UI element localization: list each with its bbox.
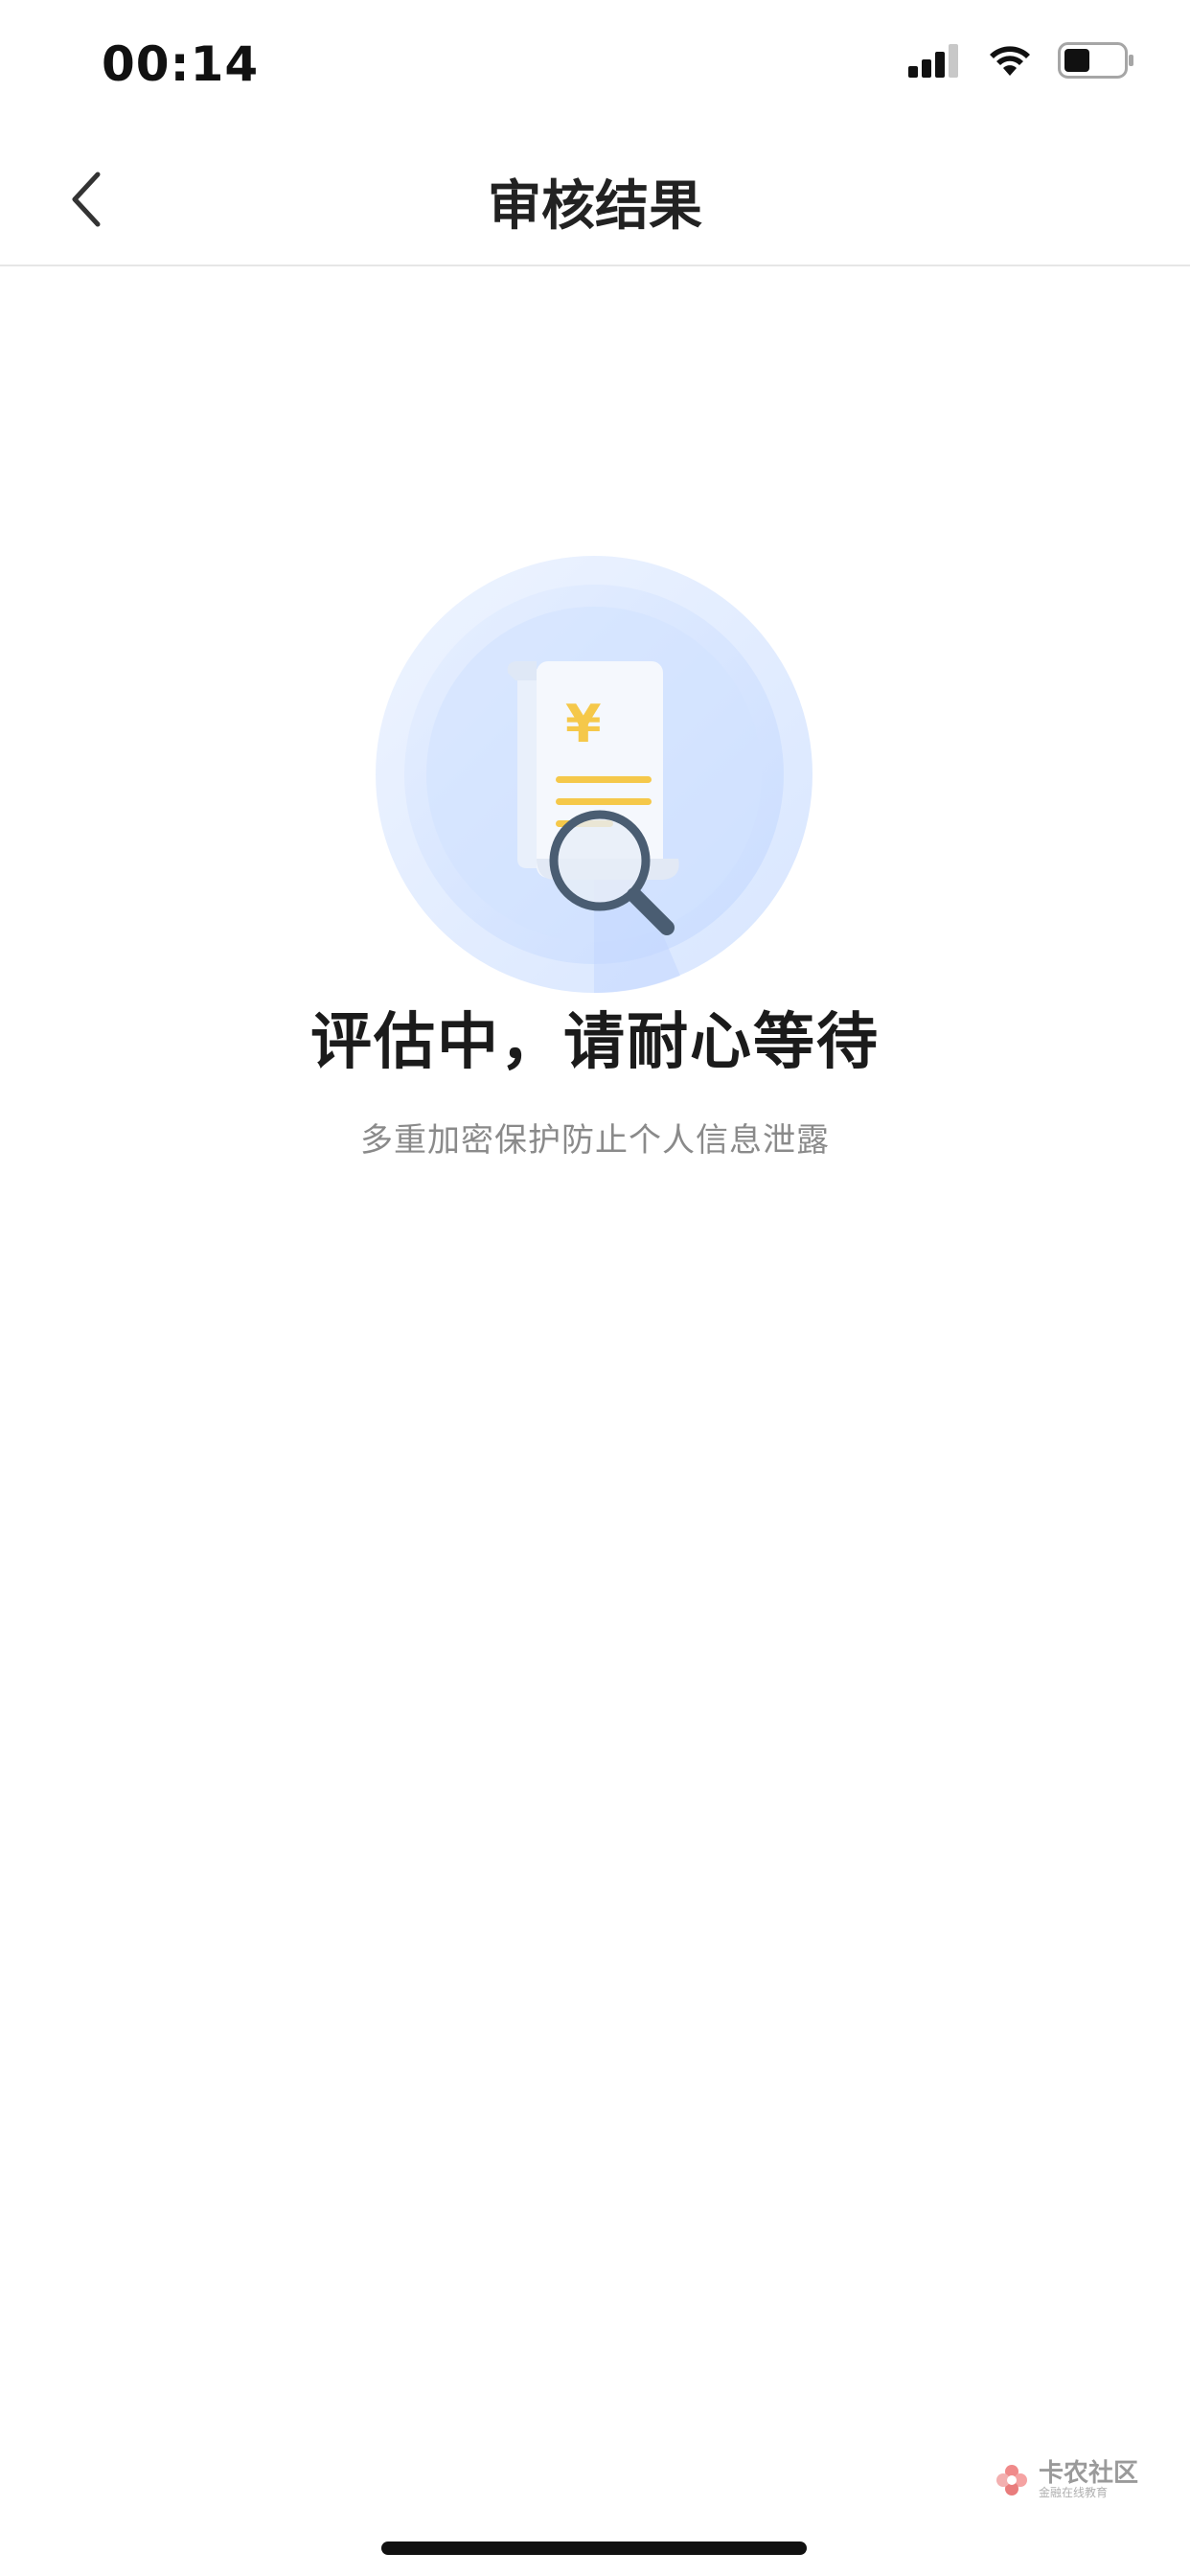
review-illustration: ¥ <box>374 554 814 995</box>
watermark-main: 卡农社区 <box>1038 2459 1138 2489</box>
status-icons <box>908 42 1134 79</box>
status-subtitle: 多重加密保护防止个人信息泄露 <box>360 1121 830 1160</box>
currency-symbol: ¥ <box>565 694 602 754</box>
status-bar: 00:14 <box>0 0 1190 134</box>
wifi-icon <box>990 46 1030 76</box>
page-title: 审核结果 <box>488 175 702 238</box>
receipt-magnifier-icon: ¥ <box>376 556 812 994</box>
status-title: 评估中，请耐心等待 <box>310 1007 880 1078</box>
watermark: 卡农社区 金融在线教育 <box>995 2459 1138 2500</box>
watermark-sub: 金融在线教育 <box>1038 2486 1108 2500</box>
home-indicator[interactable] <box>381 2542 807 2555</box>
flower-logo-icon <box>995 2465 1027 2496</box>
battery-icon <box>1058 42 1133 79</box>
cellular-signal-icon <box>908 44 958 78</box>
status-time: 00:14 <box>102 36 260 92</box>
navigation-header: 审核结果 <box>0 134 1190 266</box>
